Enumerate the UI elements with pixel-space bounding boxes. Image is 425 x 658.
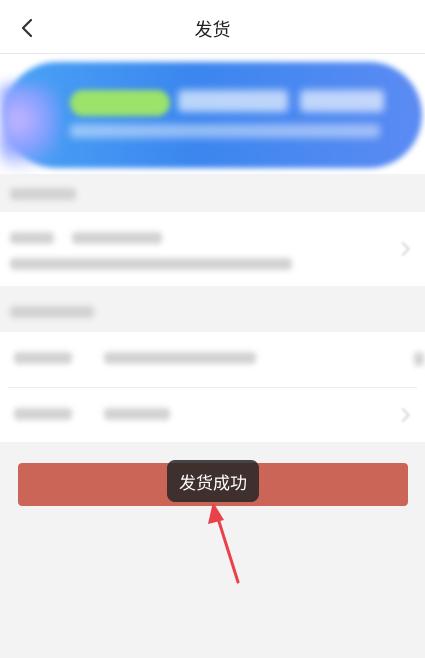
divider (8, 387, 417, 388)
recipient-address (10, 258, 292, 270)
annotation-arrow-icon (208, 502, 240, 584)
tracking-number-field[interactable] (104, 352, 256, 364)
section-label-text (10, 306, 94, 318)
banner-tag (70, 90, 170, 116)
section-header-logistics (0, 292, 425, 328)
success-toast: 发货成功 (167, 460, 259, 502)
scan-icon[interactable] (414, 352, 424, 366)
chevron-right-icon (395, 241, 411, 257)
banner-subtitle (70, 124, 380, 138)
recipient-name (10, 232, 54, 244)
banner-headline-part (178, 90, 288, 112)
promo-banner[interactable] (0, 54, 425, 174)
banner-headline-part (300, 90, 384, 112)
section-header-address (0, 176, 425, 212)
nav-bar: 发货 (0, 0, 425, 54)
banner-background (4, 62, 422, 168)
toast-text: 发货成功 (179, 473, 247, 494)
chevron-right-icon (395, 407, 411, 423)
banner-illustration (0, 84, 60, 174)
section-label-text (10, 188, 76, 200)
field-label (14, 352, 72, 364)
logistics-card (0, 332, 425, 442)
field-label (14, 408, 72, 420)
courier-select[interactable] (104, 408, 170, 420)
recipient-phone (72, 232, 162, 244)
address-card[interactable] (0, 212, 425, 286)
page-title: 发货 (194, 20, 231, 41)
